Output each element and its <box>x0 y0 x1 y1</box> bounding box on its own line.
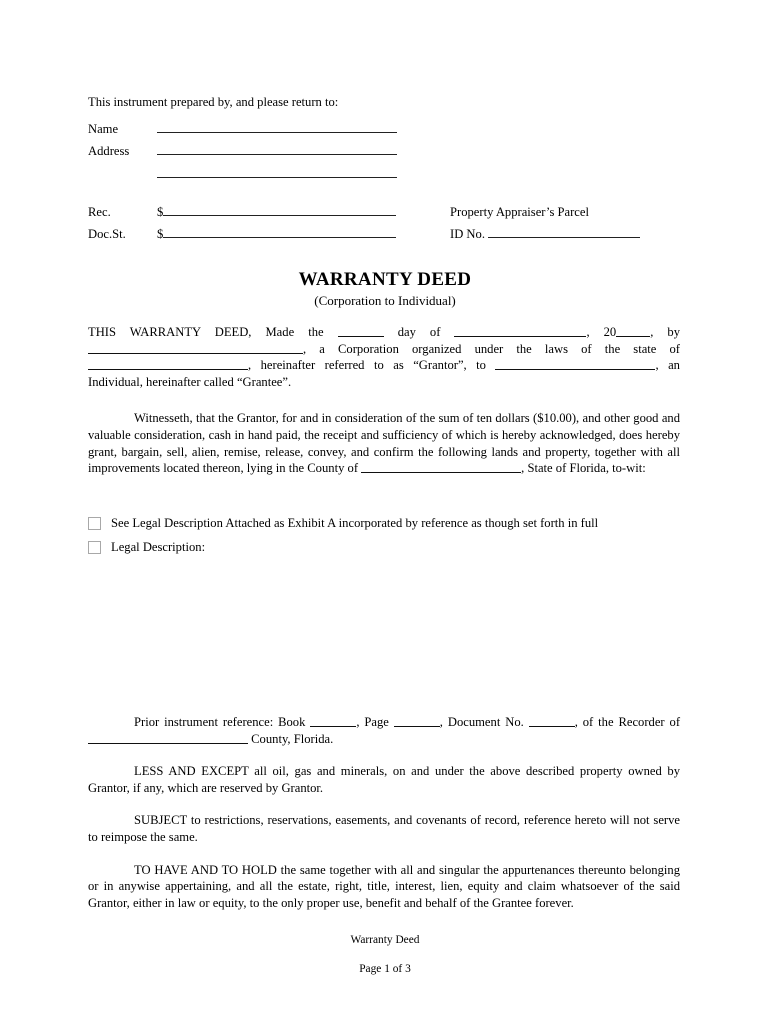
legal-description-option-row[interactable]: Legal Description: <box>88 535 688 559</box>
appraiser-id-input-line[interactable] <box>487 224 640 238</box>
page-title: WARRANTY DEED <box>298 269 472 290</box>
witnesseth-paragraph: Witnesseth, that the Grantor, for and in… <box>88 410 680 476</box>
legal-description-label: Legal Description: <box>111 539 206 554</box>
appraiser-id-label: ID No. <box>450 226 485 241</box>
name-label: Name <box>88 121 119 136</box>
granting-seg-2: day of <box>397 325 441 339</box>
name-row: Name <box>88 118 688 141</box>
address-input-line-1[interactable] <box>157 140 397 155</box>
rec-label: Rec. <box>88 205 111 219</box>
granting-seg-1: THIS WARRANTY DEED, Made the <box>88 325 324 339</box>
name-input-line[interactable] <box>157 118 397 133</box>
exhibit-a-label: See Legal Description Attached as Exhibi… <box>111 515 599 530</box>
exhibit-a-checkbox[interactable] <box>88 516 101 530</box>
address-row-continued <box>88 163 688 178</box>
year-blank[interactable] <box>616 325 651 337</box>
granting-seg-6: , hereinafter referred to as “Grantor”, … <box>248 358 486 373</box>
prior-seg-1: Prior instrument reference: Book <box>134 715 306 729</box>
prior-seg-5: County, Florida. <box>251 731 334 746</box>
habendum-paragraph: TO HAVE AND TO HOLD the same together wi… <box>88 862 680 910</box>
prior-seg-4: , of the Recorder of <box>574 715 681 729</box>
prior-seg-3: , Document No. <box>439 715 524 729</box>
document-no-blank[interactable] <box>528 715 575 727</box>
prepared-by-block: This instrument prepared by, and please … <box>88 92 688 178</box>
recorder-county-blank[interactable] <box>88 732 248 744</box>
lower-spacer-1 <box>88 747 680 763</box>
lower-spacer-3 <box>88 846 680 862</box>
state-of-incorporation-blank[interactable] <box>88 358 248 371</box>
address-label: Address <box>88 144 130 158</box>
page-blank[interactable] <box>393 715 440 727</box>
page-subtitle: (Corporation to Individual) <box>314 293 456 308</box>
docst-label: Doc.St. <box>88 226 126 241</box>
granting-seg-3: , 20 <box>586 325 617 339</box>
prepared-by-heading: This instrument prepared by, and please … <box>88 95 339 109</box>
footer-page-indicator: Page 1 of 3 <box>359 963 411 975</box>
less-and-except-paragraph: LESS AND EXCEPT all oil, gas and mineral… <box>88 764 680 795</box>
legal-description-checkbox[interactable] <box>88 540 101 554</box>
month-blank[interactable] <box>454 325 587 337</box>
book-blank[interactable] <box>310 715 357 727</box>
subject-to-paragraph: SUBJECT to restrictions, reservations, e… <box>88 813 680 844</box>
day-blank[interactable] <box>337 325 384 337</box>
prior-instrument-paragraph: Prior instrument reference: Book , Page … <box>88 714 680 747</box>
granting-seg-5: , a Corporation organized under the laws… <box>303 341 680 356</box>
legal-description-options: See Legal Description Attached as Exhibi… <box>88 511 688 559</box>
lower-spacer-2 <box>88 796 680 812</box>
property-appraiser-block: Property Appraiser’s Parcel ID No. <box>450 202 750 245</box>
address-row: Address <box>88 140 688 163</box>
grantor-corporation-blank[interactable] <box>88 342 303 354</box>
appraiser-parcel-label: Property Appraiser’s Parcel <box>450 205 589 219</box>
prior-seg-2: , Page <box>356 715 389 729</box>
granting-clause-paragraph: THIS WARRANTY DEED, Made the day of , 20… <box>88 324 680 390</box>
deed-body: THIS WARRANTY DEED, Made the day of , 20… <box>88 324 680 477</box>
exhibit-a-option-row[interactable]: See Legal Description Attached as Exhibi… <box>88 511 688 535</box>
grantee-name-blank[interactable] <box>495 358 656 371</box>
rec-amount-input-line[interactable] <box>163 202 397 216</box>
witnesseth-seg-2: , State of Florida, to-wit: <box>521 461 646 476</box>
granting-seg-4: , by <box>650 325 681 339</box>
body-spacer-1 <box>88 390 680 410</box>
address-input-line-2[interactable] <box>157 163 397 178</box>
document-page: This instrument prepared by, and please … <box>0 0 770 1024</box>
footer-document-name: Warranty Deed <box>350 934 420 946</box>
docst-amount-input-line[interactable] <box>163 224 397 238</box>
county-blank[interactable] <box>361 461 522 474</box>
deed-lower-body: Prior instrument reference: Book , Page … <box>88 714 680 911</box>
appraiser-id-row: ID No. <box>450 224 750 246</box>
